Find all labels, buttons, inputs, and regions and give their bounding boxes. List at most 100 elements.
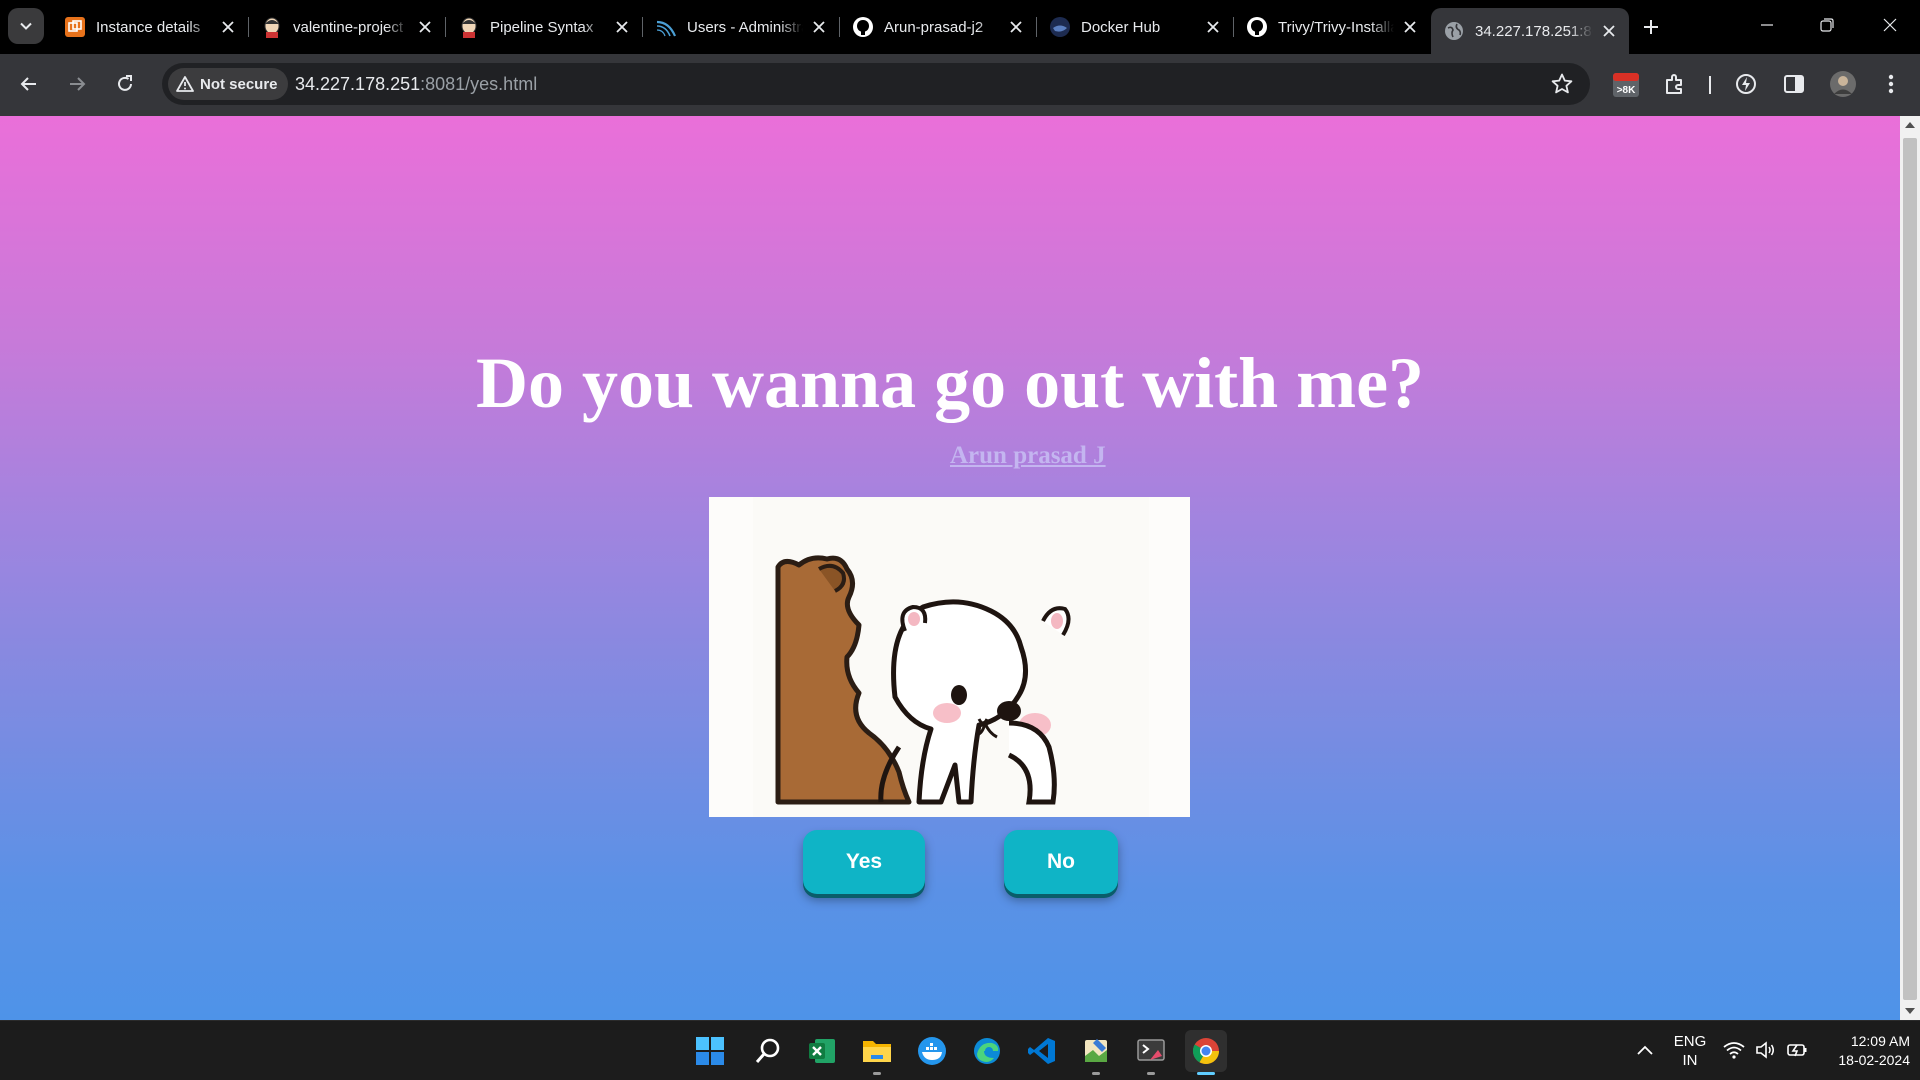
tab-yes-page[interactable]: 34.227.178.251:8081/yes.html xyxy=(1431,8,1629,54)
taskbar-file-explorer[interactable] xyxy=(856,1030,898,1075)
tab-users-administration[interactable]: Users - Administration xyxy=(643,8,840,46)
tab-docker-hub[interactable]: Docker Hub xyxy=(1037,8,1234,46)
clock[interactable]: 12:09 AM 18-02-2024 xyxy=(1818,1032,1910,1070)
chevron-down-icon xyxy=(20,22,32,30)
close-icon[interactable] xyxy=(1006,17,1026,37)
reload-button[interactable] xyxy=(107,66,143,102)
taskbar-edge[interactable] xyxy=(966,1030,1008,1072)
security-label: Not secure xyxy=(200,75,278,93)
reload-icon xyxy=(118,75,132,91)
search-icon xyxy=(755,1038,780,1063)
vertical-scrollbar[interactable] xyxy=(1900,116,1920,1020)
jenkins-icon xyxy=(458,16,480,38)
site-info-chip[interactable]: Not secure xyxy=(168,68,288,100)
avatar xyxy=(1830,71,1856,97)
plus-icon xyxy=(1644,20,1658,34)
url-host: 34.227.178.251 xyxy=(295,74,421,94)
browser-toolbar: Not secure 34.227.178.251:8081/yes.html … xyxy=(0,54,1920,116)
tab-title: Instance details xyxy=(96,18,201,36)
taskbar-docker-desktop[interactable] xyxy=(911,1030,953,1072)
close-icon[interactable] xyxy=(809,17,829,37)
edge-icon xyxy=(974,1038,1000,1064)
taskbar-excel[interactable] xyxy=(801,1030,843,1072)
minimize-icon xyxy=(1761,24,1773,26)
forward-button[interactable] xyxy=(59,66,95,102)
new-tab-button[interactable] xyxy=(1636,12,1666,42)
taskbar-chrome[interactable] xyxy=(1185,1030,1227,1075)
performance-icon xyxy=(1736,74,1756,94)
back-button[interactable] xyxy=(11,66,47,102)
show-hidden-icons-button[interactable] xyxy=(1636,1043,1654,1061)
side-panel-icon xyxy=(1784,75,1804,93)
close-icon[interactable] xyxy=(415,17,435,37)
scroll-up-arrow-icon[interactable] xyxy=(1905,122,1915,128)
close-icon[interactable] xyxy=(1400,17,1420,37)
bear-gif-image xyxy=(709,497,1190,817)
extensions-menu-button[interactable] xyxy=(1659,68,1691,100)
restore-button[interactable] xyxy=(1797,0,1857,50)
chevron-up-icon xyxy=(1637,1045,1653,1055)
jenkins-icon xyxy=(261,16,283,38)
restore-icon xyxy=(1820,18,1834,32)
close-icon xyxy=(1883,18,1897,32)
address-bar[interactable]: Not secure 34.227.178.251:8081/yes.html xyxy=(162,63,1590,105)
arrow-left-icon xyxy=(20,77,36,91)
yes-button[interactable]: Yes xyxy=(803,830,925,894)
url-text[interactable]: 34.227.178.251:8081/yes.html xyxy=(295,74,537,95)
taskbar-search-button[interactable] xyxy=(747,1030,789,1072)
clock-time: 12:09 AM xyxy=(1850,1033,1910,1049)
chrome-icon xyxy=(1192,1038,1220,1065)
tab-instance-details[interactable]: Instance details xyxy=(52,8,249,46)
volume-icon xyxy=(1756,1041,1774,1059)
language-indicator[interactable]: ENG IN xyxy=(1672,1032,1708,1070)
tab-search-button[interactable] xyxy=(8,8,44,44)
scroll-thumb[interactable] xyxy=(1903,138,1917,1000)
taskbar-vscode[interactable] xyxy=(1021,1030,1063,1072)
tab-pipeline-syntax[interactable]: Pipeline Syntax xyxy=(446,8,643,46)
extension-badge: >8K xyxy=(1617,85,1636,96)
tab-valentine-project[interactable]: valentine-project xyxy=(249,8,446,46)
profile-button[interactable] xyxy=(1827,68,1859,100)
tab-strip: Instance details valentine-project Pipel… xyxy=(0,0,1920,54)
tab-title: Pipeline Syntax xyxy=(490,18,594,36)
video-downloader-icon: >8K xyxy=(1613,73,1639,97)
paint-icon xyxy=(1085,1039,1107,1062)
no-button[interactable]: No xyxy=(1004,830,1118,894)
close-icon[interactable] xyxy=(218,17,238,37)
tab-title: Docker Hub xyxy=(1081,18,1161,36)
more-vertical-icon xyxy=(1888,74,1894,94)
region-code: IN xyxy=(1682,1052,1698,1069)
taskbar-paint[interactable] xyxy=(1075,1030,1117,1075)
warning-icon xyxy=(176,76,194,92)
url-path: :8081/yes.html xyxy=(420,74,538,94)
tab-trivy-installation[interactable]: Trivy/Trivy-Installation xyxy=(1234,8,1430,46)
tab-title: 34.227.178.251:8081/yes.html xyxy=(1475,22,1593,40)
wifi-icon xyxy=(1723,1042,1745,1059)
page-background: Do you wanna go out with me? Arun prasad… xyxy=(0,116,1900,1020)
tab-github-profile[interactable]: Arun-prasad-j2 xyxy=(840,8,1037,46)
author-link[interactable]: Arun prasad J xyxy=(950,442,1106,470)
scroll-down-arrow-icon[interactable] xyxy=(1905,1008,1915,1014)
file-explorer-icon xyxy=(863,1041,891,1062)
close-icon[interactable] xyxy=(1599,21,1619,41)
window-close-button[interactable] xyxy=(1860,0,1920,50)
arrow-right-icon xyxy=(70,77,86,91)
extension-button[interactable]: >8K xyxy=(1610,68,1642,100)
bookmark-star-icon[interactable] xyxy=(1550,72,1574,101)
minimize-button[interactable] xyxy=(1737,0,1797,50)
tab-title: Trivy/Trivy-Installation xyxy=(1278,18,1394,36)
close-icon[interactable] xyxy=(1203,17,1223,37)
aws-icon xyxy=(64,16,86,38)
snipping-tool-icon xyxy=(1137,1039,1165,1061)
quick-settings-button[interactable] xyxy=(1723,1041,1807,1059)
browser-menu-button[interactable] xyxy=(1875,68,1907,100)
taskbar-snipping-tool[interactable] xyxy=(1130,1030,1172,1075)
close-icon[interactable] xyxy=(612,17,632,37)
start-button[interactable] xyxy=(689,1030,731,1072)
docker-desktop-icon xyxy=(918,1037,946,1065)
excel-icon xyxy=(809,1039,835,1063)
side-panel-button[interactable] xyxy=(1778,68,1810,100)
tab-title: valentine-project xyxy=(293,18,404,36)
performance-button[interactable] xyxy=(1730,68,1762,100)
globe-icon xyxy=(1443,20,1465,42)
